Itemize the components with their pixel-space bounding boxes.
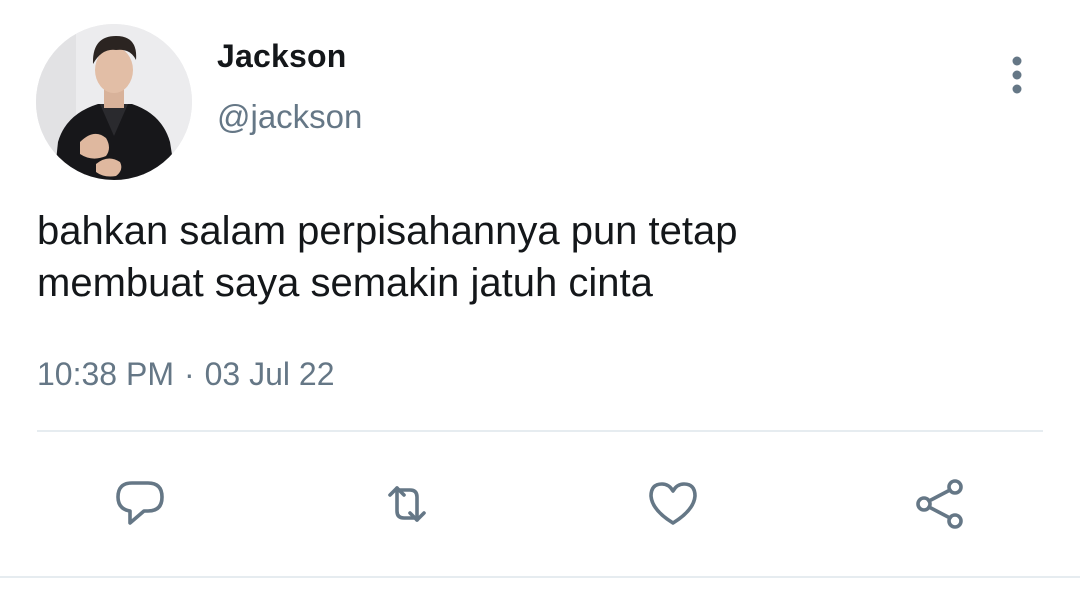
meta-separator: · xyxy=(183,356,195,392)
tweet-timestamp[interactable]: 10:38 PM · 03 Jul 22 xyxy=(37,356,335,393)
reply-icon xyxy=(116,481,164,525)
more-options-button[interactable] xyxy=(996,50,1038,100)
tweet-date: 03 Jul 22 xyxy=(204,356,335,392)
retweet-icon xyxy=(388,486,426,522)
tweet-time: 10:38 PM xyxy=(37,356,174,392)
tweet-text-line: membuat saya semakin jatuh cinta xyxy=(37,261,653,305)
share-icon xyxy=(916,479,963,529)
tweet-text: bahkan salam perpisahannya pun tetap mem… xyxy=(37,205,1037,309)
reply-button[interactable] xyxy=(108,472,172,536)
divider xyxy=(37,430,1043,432)
more-vertical-icon xyxy=(1012,56,1022,94)
display-name[interactable]: Jackson xyxy=(217,38,346,75)
like-button[interactable] xyxy=(641,472,705,536)
bottom-divider xyxy=(0,576,1080,578)
heart-icon xyxy=(649,482,697,525)
avatar[interactable] xyxy=(36,24,192,180)
profile-photo xyxy=(36,24,192,180)
retweet-button[interactable] xyxy=(375,472,439,536)
user-handle[interactable]: @jackson xyxy=(217,98,362,136)
tweet-text-line: bahkan salam perpisahannya pun tetap xyxy=(37,209,738,253)
share-button[interactable] xyxy=(908,472,972,536)
